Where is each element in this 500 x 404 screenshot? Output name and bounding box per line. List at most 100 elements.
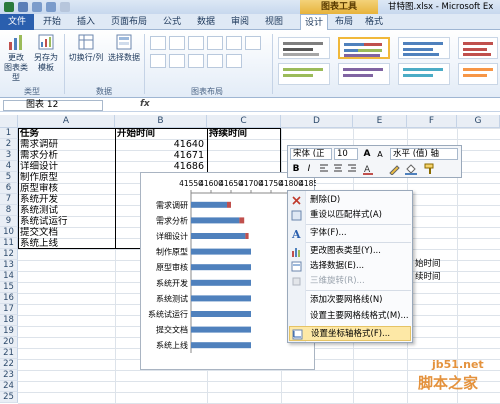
font-size-box[interactable]: 10 [334,148,358,160]
row-header[interactable]: 22 [0,359,18,370]
menu-item-select-data[interactable]: 选择数据(E)... [289,259,411,274]
chart-style-3[interactable] [398,37,450,59]
fx-icon[interactable]: fx [140,99,150,109]
row-header[interactable]: 3 [0,150,18,161]
row-header[interactable]: 14 [0,271,18,282]
row-header[interactable]: 20 [0,337,18,348]
row-header[interactable]: 21 [0,348,18,359]
menu-item-reset-style[interactable]: 重设以匹配样式(A) [289,208,411,223]
chart-style-2-selected[interactable] [338,37,390,59]
row-header[interactable]: 9 [0,216,18,227]
category-label[interactable]: 制作原型 [156,247,188,257]
row-header[interactable]: 13 [0,260,18,271]
tab-page-layout[interactable]: 页面布局 [104,14,154,30]
tab-design[interactable]: 设计 [300,14,328,30]
chart-style-6[interactable] [338,63,390,85]
category-label[interactable]: 系统上线 [156,340,188,350]
row-header[interactable]: 11 [0,238,18,249]
category-label[interactable]: 系统测试 [156,293,188,303]
save-as-template-button[interactable]: 另存为 模板 [32,33,60,73]
shrink-font-button[interactable]: A [374,149,386,161]
save-icon[interactable] [18,2,28,12]
row-header[interactable]: 19 [0,326,18,337]
select-data-button[interactable]: 选择数据 [106,33,142,63]
bar-start-segment[interactable] [191,311,251,317]
category-label[interactable]: 原型审核 [156,262,188,272]
category-label[interactable]: 需求调研 [156,200,188,210]
chart-layout-3[interactable] [188,36,204,50]
row-header[interactable]: 25 [0,392,18,403]
tab-review[interactable]: 审阅 [224,14,256,30]
font-name-box[interactable]: 宋体 (正 [290,148,332,160]
start-time-cell[interactable]: 41671 [115,150,207,161]
bar-duration-segment[interactable] [227,201,231,208]
task-cell[interactable]: 系统上线 [18,238,115,249]
chart-layout-6[interactable] [245,36,261,50]
row-header[interactable]: 8 [0,205,18,216]
bar-start-segment[interactable] [191,326,251,333]
menu-item-font[interactable]: A 字体(F)... [289,226,411,241]
tab-format[interactable]: 格式 [360,14,388,30]
header-task[interactable]: 任务 [18,128,115,139]
tab-layout[interactable]: 布局 [330,14,358,30]
menu-item-format-major-gridlines[interactable]: 设置主要网格线格式(M)... [289,309,411,324]
header-duration[interactable]: 持续时间 [207,128,281,139]
tab-view[interactable]: 视图 [258,14,290,30]
bar-duration-segment[interactable] [239,217,245,224]
row-header[interactable]: 16 [0,293,18,304]
task-cell[interactable]: 系统测试 [18,205,115,216]
italic-button[interactable]: I [303,163,315,175]
row-header[interactable]: 15 [0,282,18,293]
align-center-icon[interactable] [332,163,344,175]
chart-layout-9[interactable] [188,54,204,68]
task-cell[interactable]: 系统试运行 [18,216,115,227]
bar-start-segment[interactable] [191,201,227,208]
chart-layout-10[interactable] [207,54,223,68]
tab-insert[interactable]: 插入 [70,14,102,30]
chart-style-7[interactable] [398,63,450,85]
row-header[interactable]: 12 [0,249,18,260]
column-header-f[interactable]: F [407,115,457,128]
category-label[interactable]: 提交文档 [156,325,188,335]
row-header[interactable]: 6 [0,183,18,194]
row-header[interactable]: 1 [0,128,18,139]
bar-duration-segment[interactable] [245,233,249,239]
header-start-time[interactable]: 开始时间 [115,128,207,139]
bold-button[interactable]: B [290,163,302,175]
format-painter-icon[interactable] [424,163,436,175]
bar-start-segment[interactable] [191,342,251,349]
row-header[interactable]: 10 [0,227,18,238]
row-header[interactable]: 17 [0,304,18,315]
change-chart-type-button[interactable]: 更改 图表类型 [2,33,30,83]
chart-style-8[interactable] [458,63,498,85]
tab-home[interactable]: 开始 [36,14,68,30]
new-file-icon[interactable] [60,2,70,12]
start-time-cell[interactable]: 41640 [115,139,207,150]
align-left-icon[interactable] [318,163,330,175]
row-header[interactable]: 2 [0,139,18,150]
bar-start-segment[interactable] [191,279,251,286]
chart-element-selector[interactable]: 水平 (值) 轴 [390,148,458,160]
task-cell[interactable]: 提交文档 [18,227,115,238]
tab-data[interactable]: 数据 [190,14,222,30]
bar-start-segment[interactable] [191,295,251,302]
align-right-icon[interactable] [346,163,358,175]
column-header-c[interactable]: C [207,115,281,128]
shape-fill-icon[interactable] [405,163,417,175]
shape-outline-icon[interactable] [388,163,400,176]
select-all-corner[interactable] [0,115,18,128]
undo-icon[interactable] [32,2,42,12]
column-header-a[interactable]: A [18,115,115,128]
grow-font-button[interactable]: A [361,148,373,160]
column-header-b[interactable]: B [115,115,207,128]
task-cell[interactable]: 系统开发 [18,194,115,205]
category-label[interactable]: 详细设计 [156,231,188,241]
font-color-icon[interactable]: A [362,163,374,175]
task-cell[interactable]: 需求分析 [18,150,115,161]
switch-row-column-button[interactable]: 切换行/列 [66,33,106,63]
chart-style-4[interactable] [458,37,498,59]
column-header-e[interactable]: E [353,115,407,128]
tab-formulas[interactable]: 公式 [156,14,188,30]
task-cell[interactable]: 详细设计 [18,161,115,172]
menu-item-change-chart-type[interactable]: 更改图表类型(Y)... [289,244,411,259]
